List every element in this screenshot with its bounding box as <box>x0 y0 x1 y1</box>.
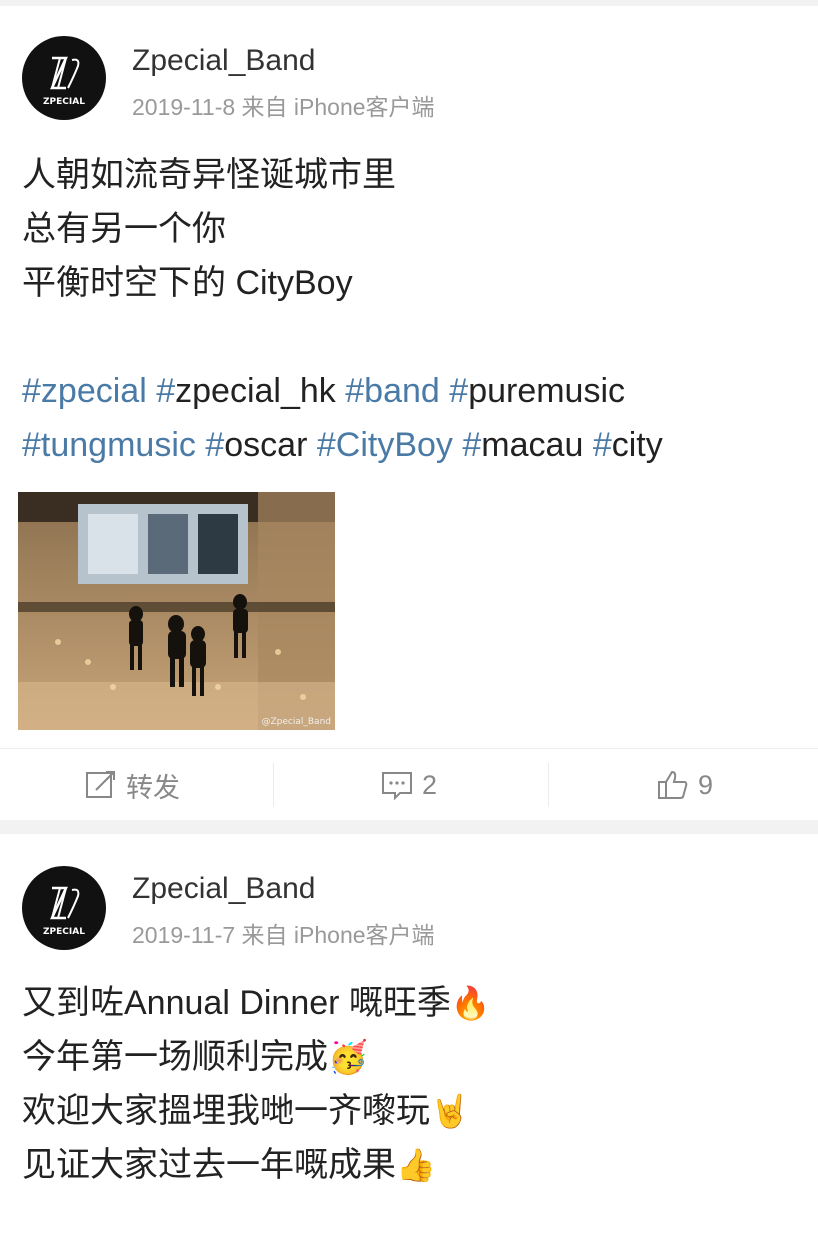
photo-watermark: @Zpecial_Band <box>261 717 332 727</box>
post-text: 又到咗Annual Dinner 嘅旺季🔥 今年第一场顺利完成🥳 欢迎大家搵埋我… <box>22 976 798 1192</box>
post-card: ZPECIAL Zpecial_Band 2019-11-8 来自 iPhone… <box>0 6 818 820</box>
avatar[interactable]: ZPECIAL <box>22 36 106 120</box>
fire-icon: 🔥 <box>450 985 491 1021</box>
post-card: ZPECIAL Zpecial_Band 2019-11-7 来自 iPhone… <box>0 834 818 1234</box>
post-photo[interactable]: @Zpecial_Band <box>18 492 335 730</box>
hashtag-link[interactable]: #band <box>345 372 440 410</box>
like-button[interactable]: 9 <box>656 749 713 821</box>
hashtag-line: #zpecial #zpecial_hk #band #puremusic <box>22 364 798 418</box>
post-text-line: 平衡时空下的 CityBoy <box>22 264 353 302</box>
rock-hand-icon: 🤘 <box>430 1093 470 1129</box>
author-name[interactable]: Zpecial_Band <box>132 44 315 78</box>
post-meta: 2019-11-7 来自 iPhone客户端 <box>132 922 435 948</box>
hashtag-link[interactable]: #puremusic <box>449 372 625 410</box>
repost-icon <box>86 771 115 798</box>
party-face-icon: 🥳 <box>328 1039 368 1075</box>
svg-text:ZPECIAL: ZPECIAL <box>43 927 85 937</box>
hashtags: #zpecial #zpecial_hk #band #puremusic #t… <box>22 364 798 472</box>
hashtag-link[interactable]: #tungmusic <box>22 426 196 464</box>
mall-photo-image <box>18 492 335 730</box>
weibo-feed: ZPECIAL Zpecial_Band 2019-11-8 来自 iPhone… <box>0 0 818 1234</box>
post-text-line: 今年第一场顺利完成🥳 <box>22 1038 368 1076</box>
comment-button[interactable]: 2 <box>380 749 437 821</box>
post-actions: 转发 2 9 <box>0 748 818 821</box>
repost-button[interactable]: 转发 <box>84 749 180 821</box>
hashtag-link[interactable]: #CityBoy <box>317 426 453 464</box>
post-text-line: 欢迎大家搵埋我哋一齐嚟玩🤘 <box>22 1092 470 1130</box>
post-text-line: 见证大家过去一年嘅成果👍 <box>22 1146 436 1184</box>
post-text-line: 总有另一个你 <box>22 210 226 248</box>
thumbs-up-emoji-icon: 👍 <box>396 1147 436 1183</box>
hashtag-link[interactable]: #zpecial <box>22 372 147 410</box>
comment-icon <box>382 772 412 801</box>
action-divider <box>548 763 549 807</box>
zpecial-logo-icon: ZPECIAL <box>43 56 85 107</box>
like-count: 9 <box>698 769 714 800</box>
avatar[interactable]: ZPECIAL <box>22 866 106 950</box>
thumbs-up-icon <box>658 770 688 799</box>
post-text: 人朝如流奇异怪诞城市里 总有另一个你 平衡时空下的 CityBoy <box>22 148 798 310</box>
post-text-line: 人朝如流奇异怪诞城市里 <box>22 156 396 194</box>
hashtag-line: #tungmusic #oscar #CityBoy #macau #city <box>22 418 798 472</box>
post-text-line: 又到咗Annual Dinner 嘅旺季🔥 <box>22 984 491 1022</box>
comment-count: 2 <box>422 769 438 800</box>
svg-text:ZPECIAL: ZPECIAL <box>43 97 85 107</box>
zpecial-logo-icon: ZPECIAL <box>43 886 85 937</box>
hashtag-link[interactable]: #oscar <box>205 426 307 464</box>
hashtag-link[interactable]: #city <box>593 426 663 464</box>
author-name[interactable]: Zpecial_Band <box>132 872 315 906</box>
post-meta: 2019-11-8 来自 iPhone客户端 <box>132 94 435 120</box>
hashtag-link[interactable]: #zpecial_hk <box>156 372 336 410</box>
action-divider <box>273 763 274 807</box>
hashtag-link[interactable]: #macau <box>462 426 583 464</box>
repost-label: 转发 <box>126 772 180 803</box>
